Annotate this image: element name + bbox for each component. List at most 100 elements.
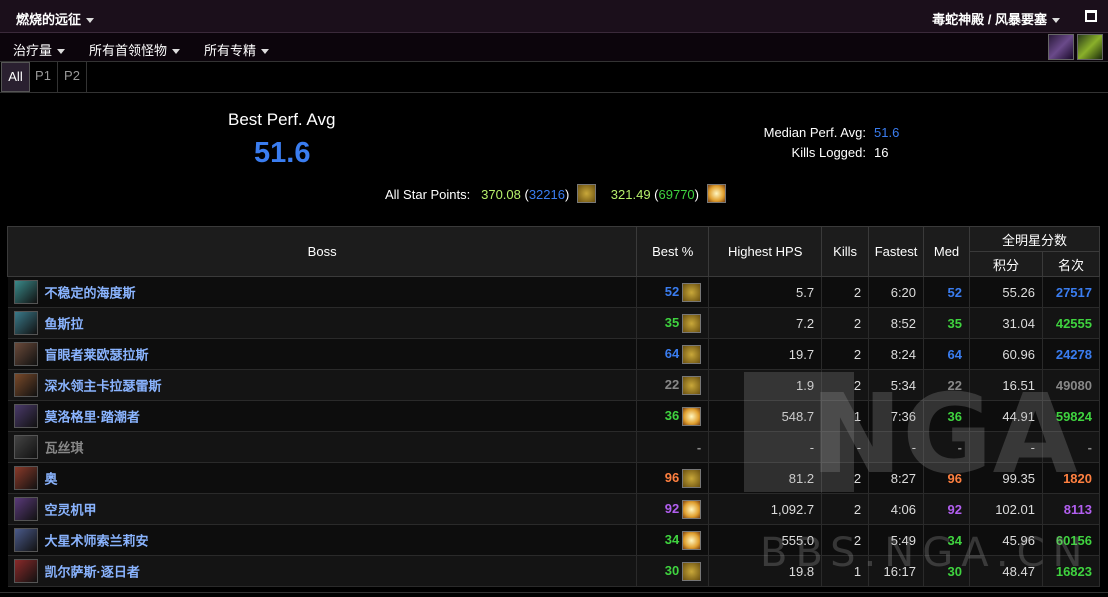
kills-cell: 1: [821, 555, 870, 587]
col-header-hps[interactable]: Highest HPS: [708, 226, 823, 277]
boss-cell: 深水领主卡拉瑟雷斯: [7, 369, 638, 401]
boss-portrait-icon: [13, 559, 38, 583]
boss-portrait-icon: [13, 373, 38, 397]
all-star-label: All Star Points:: [385, 187, 471, 202]
table-row[interactable]: 空灵机甲 92 1,092.7 2 4:06 92 102.01 8113: [7, 493, 1101, 525]
fastest-cell: 5:34: [868, 369, 925, 401]
metric-filter-dropdown[interactable]: 治疗量: [13, 40, 66, 59]
best-pct-value: 36: [664, 407, 680, 423]
boss-filter-dropdown[interactable]: 所有首领怪物: [89, 40, 181, 59]
rank-value: 16823: [1055, 563, 1092, 579]
kills-cell: 2: [821, 307, 870, 339]
maximize-icon[interactable]: [1085, 10, 1097, 22]
star-rank-1: 32216: [528, 187, 565, 202]
hps-cell: 1.9: [708, 369, 823, 401]
best-perf-label: Best Perf. Avg: [228, 110, 336, 129]
median-value: 92: [947, 501, 962, 517]
boss-portrait-icon: [13, 280, 38, 304]
kills-cell: 2: [821, 462, 870, 494]
table-row[interactable]: 盲眼者莱欧瑟拉斯 64 19.7 2 8:24 64 60.96 24278: [7, 338, 1101, 370]
best-pct-value: 34: [664, 531, 680, 547]
boss-portrait-icon: [13, 528, 38, 552]
hps-cell: 19.7: [708, 338, 823, 370]
table-row[interactable]: 奥 96 81.2 2 8:27 96 99.35 1820: [7, 462, 1101, 494]
tab-p2[interactable]: P2: [58, 62, 87, 92]
metric-filter-label: 治疗量: [13, 43, 53, 58]
kills-cell: 2: [821, 276, 870, 308]
fastest-cell: 5:49: [868, 524, 925, 556]
boss-name-link[interactable]: 凯尔萨斯·逐日者: [45, 565, 140, 580]
spec-filter-dropdown[interactable]: 所有专精: [204, 40, 270, 59]
col-header-allstar: 全明星分数: [969, 226, 1100, 252]
gold-medal-icon: [576, 184, 596, 204]
boss-name-link[interactable]: 盲眼者莱欧瑟拉斯: [45, 348, 149, 363]
key-icon[interactable]: [1077, 34, 1103, 60]
best-pct-cell: 22: [636, 369, 710, 401]
col-header-boss[interactable]: Boss: [6, 226, 638, 277]
col-header-kills[interactable]: Kills: [821, 226, 870, 277]
best-pct-cell: 34: [636, 524, 710, 556]
points-cell: 102.01: [969, 493, 1043, 525]
points-cell: 99.35: [969, 462, 1043, 494]
tab-all[interactable]: All: [1, 62, 30, 92]
boss-filter-label: 所有首领怪物: [89, 43, 168, 58]
median-value: -: [957, 439, 962, 455]
best-pct-value: 52: [664, 283, 680, 299]
zone-dropdown[interactable]: 毒蛇神殿 / 风暴要塞: [932, 9, 1060, 28]
median-value: 36: [947, 408, 962, 424]
boss-table: Boss Best % Highest HPS Kills Fastest Me…: [6, 226, 1101, 587]
kills-logged-value: 16: [874, 145, 889, 160]
boss-cell: 凯尔萨斯·逐日者: [7, 555, 638, 587]
boss-name-link[interactable]: 奥: [45, 472, 58, 487]
hps-cell: 19.8: [708, 555, 823, 587]
gold-medal-icon: [682, 344, 702, 364]
star-points-2: 321.49: [610, 187, 651, 202]
class-spec-icon[interactable]: [1048, 34, 1074, 60]
table-row[interactable]: 莫洛格里·踏潮者 36 548.7 1 7:36 36 44.91 59824: [7, 400, 1101, 432]
table-row[interactable]: 凯尔萨斯·逐日者 30 19.8 1 16:17 30 48.47 16823: [7, 555, 1101, 587]
fastest-cell: 8:27: [868, 462, 925, 494]
boss-name-link[interactable]: 深水领主卡拉瑟雷斯: [45, 379, 162, 394]
best-pct-cell: 64: [636, 338, 710, 370]
boss-name-link[interactable]: 空灵机甲: [45, 503, 97, 518]
best-pct-value: 22: [664, 376, 680, 392]
fastest-cell: 8:24: [868, 338, 925, 370]
rank-value: 60156: [1055, 532, 1092, 548]
chevron-down-icon: [86, 18, 95, 24]
table-row[interactable]: 大星术师索兰莉安 34 555.0 2 5:49 34 45.96 60156: [7, 524, 1101, 556]
rank-value: 1820: [1063, 470, 1092, 486]
median-perf-value: 51.6: [874, 125, 900, 140]
hps-cell: 555.0: [708, 524, 823, 556]
best-pct-value: 30: [664, 562, 680, 578]
boss-name-link[interactable]: 不稳定的海度斯: [45, 286, 136, 301]
best-pct-cell: 30: [636, 555, 710, 587]
points-cell: 55.26: [969, 276, 1043, 308]
col-header-rank[interactable]: 名次: [1041, 251, 1101, 277]
hps-cell: 5.7: [708, 276, 823, 308]
points-cell: 45.96: [969, 524, 1043, 556]
col-header-med[interactable]: Med: [923, 226, 970, 277]
points-cell: 44.91: [969, 400, 1043, 432]
rank-value: 27517: [1055, 284, 1092, 300]
table-row[interactable]: 深水领主卡拉瑟雷斯 22 1.9 2 5:34 22 16.51 49080: [7, 369, 1101, 401]
table-row[interactable]: 瓦丝琪 - - - - - - -: [7, 431, 1101, 463]
col-header-best[interactable]: Best %: [636, 226, 710, 277]
boss-name-link[interactable]: 鱼斯拉: [45, 317, 84, 332]
expansion-dropdown[interactable]: 燃烧的远征: [16, 9, 95, 28]
fastest-cell: 4:06: [868, 493, 925, 525]
boss-cell: 莫洛格里·踏潮者: [7, 400, 638, 432]
boss-name-link[interactable]: 大星术师索兰莉安: [45, 534, 149, 549]
sun-icon: [682, 530, 702, 550]
table-row[interactable]: 不稳定的海度斯 52 5.7 2 6:20 52 55.26 27517: [7, 276, 1101, 308]
median-value: 34: [947, 532, 962, 548]
col-header-fastest[interactable]: Fastest: [868, 226, 925, 277]
table-row[interactable]: 鱼斯拉 35 7.2 2 8:52 35 31.04 42555: [7, 307, 1101, 339]
gold-medal-icon: [682, 375, 702, 395]
boss-name-link[interactable]: 莫洛格里·踏潮者: [45, 410, 140, 425]
median-value: 96: [947, 470, 962, 486]
col-header-points[interactable]: 积分: [969, 251, 1043, 277]
boss-name-link[interactable]: 瓦丝琪: [45, 441, 84, 456]
tab-p1[interactable]: P1: [29, 62, 58, 92]
median-value: 64: [947, 346, 962, 362]
fastest-cell: 16:17: [868, 555, 925, 587]
